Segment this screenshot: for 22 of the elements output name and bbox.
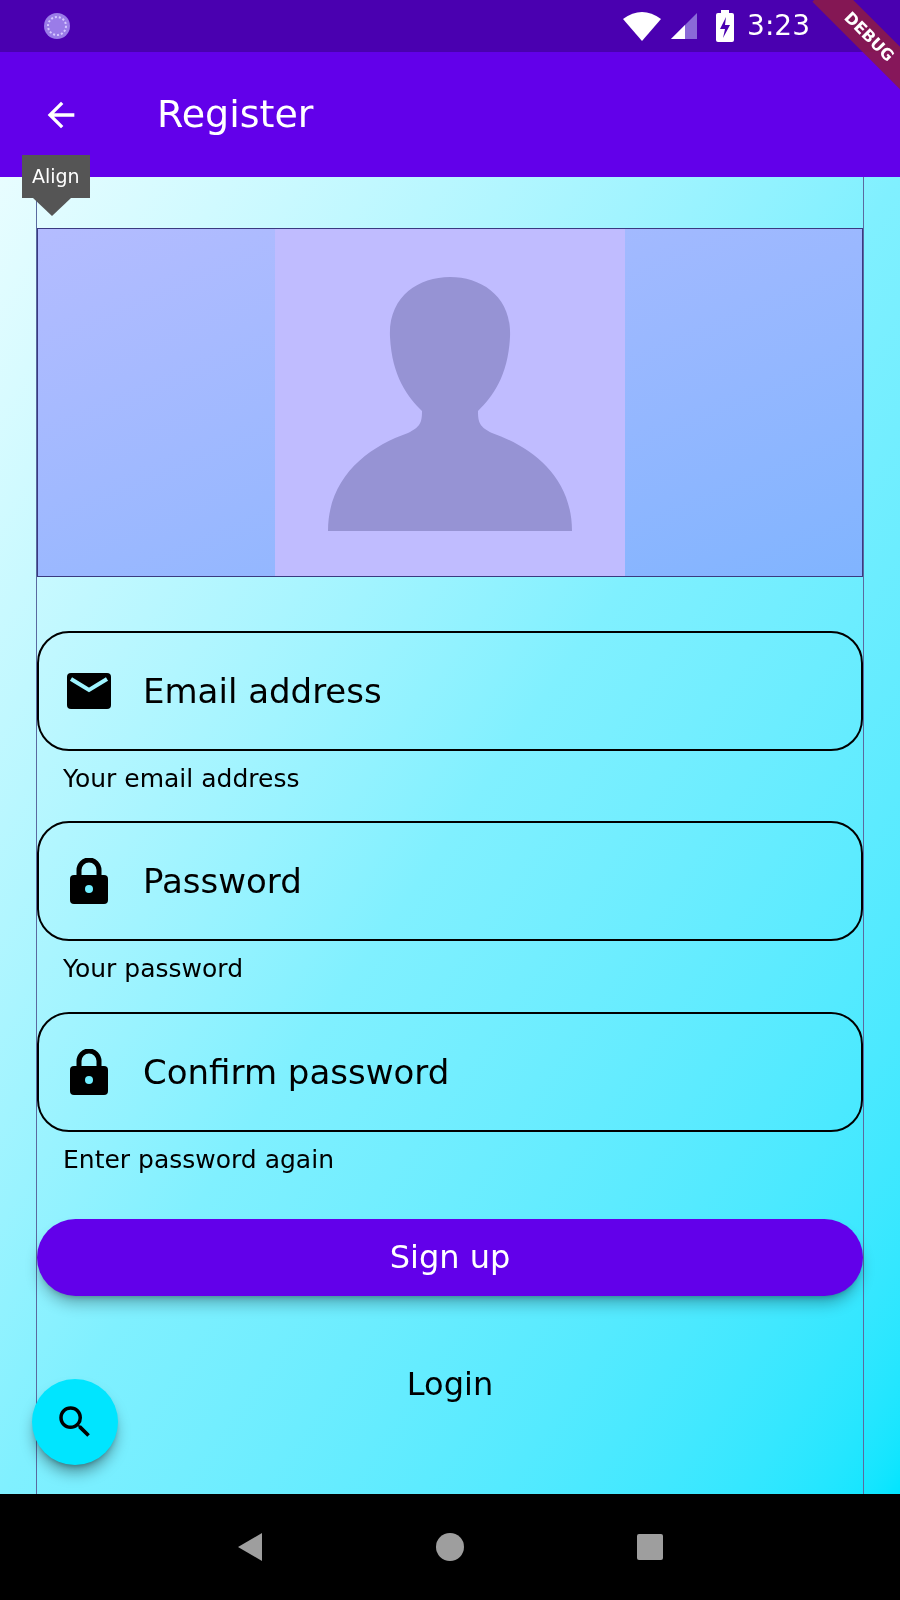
helper-text: Your password <box>63 953 244 985</box>
person-silhouette-icon <box>328 277 572 531</box>
signal-icon <box>669 11 700 41</box>
recents-square-icon[interactable] <box>636 1533 665 1561</box>
login-link[interactable]: Login <box>406 1359 494 1408</box>
helper-text: Enter password again <box>63 1143 335 1175</box>
helper-text: Your email address <box>63 763 301 795</box>
input-field[interactable]: Password <box>37 821 863 942</box>
home-circle-icon[interactable] <box>435 1532 465 1562</box>
status-time: 3:23 <box>747 8 810 44</box>
battery-icon <box>715 10 736 42</box>
lock-icon <box>70 858 108 905</box>
sign-up-button[interactable]: Sign up <box>37 1218 863 1296</box>
tooltip-pointer-icon <box>32 198 71 216</box>
app-bar-title: Register <box>157 91 314 138</box>
lock-icon <box>70 1048 108 1095</box>
search-button[interactable] <box>32 1379 118 1465</box>
progress-icon <box>42 11 72 41</box>
wifi-icon <box>623 11 662 41</box>
envelope-icon <box>67 673 111 709</box>
input-field[interactable]: Confirm password <box>37 1011 863 1132</box>
input-field[interactable]: Email address <box>37 631 863 751</box>
